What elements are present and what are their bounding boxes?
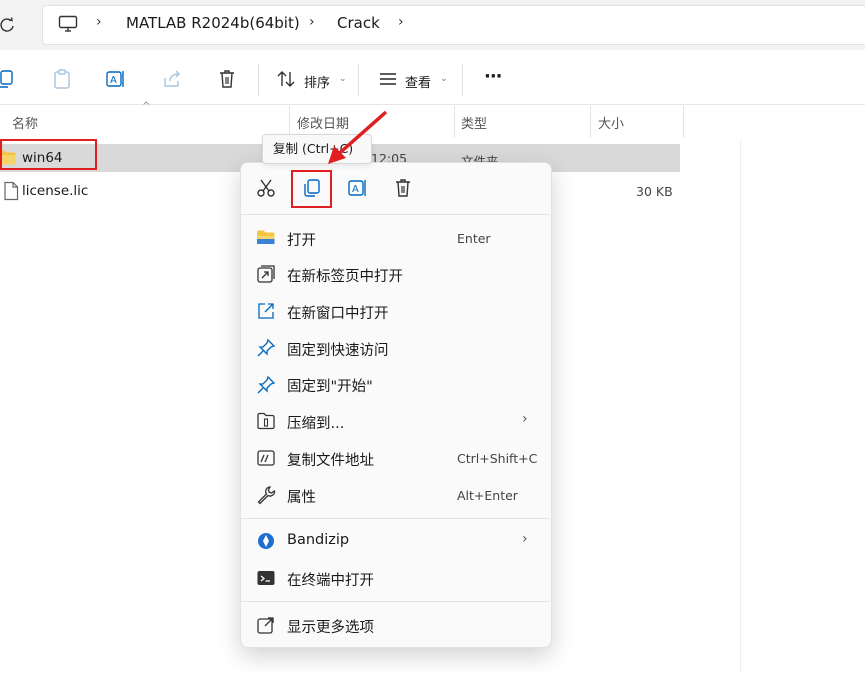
- menu-divider: [241, 214, 549, 215]
- menu-item-copy-path[interactable]: 复制文件地址: [287, 449, 374, 470]
- menu-item-open-new-window[interactable]: 在新窗口中打开: [287, 302, 389, 323]
- sort-icon[interactable]: [275, 68, 297, 90]
- bandizip-icon: [256, 531, 276, 551]
- view-button[interactable]: 查看: [405, 72, 431, 91]
- rename-icon[interactable]: A: [347, 177, 369, 199]
- highlight-box: [0, 139, 97, 170]
- toolbar-divider: [358, 64, 359, 96]
- properties-icon: [256, 485, 276, 505]
- breadcrumb-chevron-icon[interactable]: ›: [96, 14, 102, 30]
- paste-icon[interactable]: [51, 68, 73, 90]
- svg-text:A: A: [110, 75, 117, 86]
- menu-shortcut: Enter: [457, 231, 491, 246]
- column-divider[interactable]: [590, 106, 591, 138]
- chevron-down-icon[interactable]: ⌄: [440, 74, 448, 84]
- copy-icon[interactable]: [301, 177, 323, 199]
- column-header-type[interactable]: 类型: [461, 113, 487, 132]
- sort-caret-icon: ^: [142, 101, 151, 112]
- menu-item-open-new-tab[interactable]: 在新标签页中打开: [287, 265, 403, 286]
- copy-icon[interactable]: [0, 68, 16, 90]
- scrollbar-track[interactable]: [740, 140, 741, 673]
- breadcrumb-matlab[interactable]: MATLAB R2024b(64bit): [126, 14, 300, 32]
- breadcrumb-chevron-icon[interactable]: ›: [309, 14, 315, 30]
- toolbar-divider: [462, 64, 463, 96]
- menu-item-show-more[interactable]: 显示更多选项: [287, 616, 374, 637]
- command-bar: [0, 52, 865, 105]
- copy-path-icon: [256, 448, 276, 468]
- menu-shortcut: Ctrl+Shift+C: [457, 451, 538, 466]
- column-divider[interactable]: [683, 106, 684, 138]
- toolbar-divider: [258, 64, 259, 96]
- menu-item-pin-quick-access[interactable]: 固定到快速访问: [287, 339, 389, 360]
- refresh-icon[interactable]: [0, 15, 18, 35]
- submenu-chevron-icon: ›: [522, 531, 528, 547]
- new-window-icon: [256, 301, 276, 321]
- document-icon: [3, 181, 19, 201]
- delete-icon[interactable]: [216, 68, 238, 90]
- pin-icon: [256, 338, 276, 358]
- menu-item-pin-start[interactable]: 固定到"开始": [287, 375, 373, 396]
- menu-item-properties[interactable]: 属性: [287, 486, 316, 507]
- column-header-name[interactable]: 名称: [12, 113, 38, 132]
- chevron-down-icon[interactable]: ⌄: [339, 74, 347, 84]
- zip-icon: [256, 411, 276, 431]
- menu-shortcut: Alt+Enter: [457, 488, 518, 503]
- file-name[interactable]: license.lic: [22, 183, 88, 199]
- delete-icon[interactable]: [392, 177, 414, 199]
- sort-button[interactable]: 排序: [304, 72, 330, 91]
- pin-icon: [256, 375, 276, 395]
- terminal-icon: [256, 568, 276, 588]
- submenu-chevron-icon: ›: [522, 411, 528, 427]
- menu-item-open-terminal[interactable]: 在终端中打开: [287, 569, 374, 590]
- breadcrumb-crack[interactable]: Crack: [337, 14, 380, 32]
- menu-item-open[interactable]: 打开: [287, 229, 316, 250]
- this-pc-icon[interactable]: [58, 15, 78, 33]
- share-icon[interactable]: [161, 68, 183, 90]
- breadcrumb-chevron-icon[interactable]: ›: [398, 14, 404, 30]
- menu-divider: [241, 518, 549, 519]
- column-divider[interactable]: [454, 106, 455, 138]
- svg-text:A: A: [352, 184, 359, 195]
- view-icon[interactable]: [377, 68, 399, 90]
- cut-icon[interactable]: [255, 177, 277, 199]
- menu-item-compress[interactable]: 压缩到...: [287, 412, 344, 433]
- new-tab-icon: [256, 264, 276, 284]
- red-arrow-annotation: [324, 108, 390, 168]
- rename-icon[interactable]: A: [105, 68, 127, 90]
- open-folder-icon: [256, 228, 276, 248]
- file-size: 30 KB: [636, 184, 673, 199]
- more-options-icon[interactable]: ···: [484, 66, 502, 87]
- menu-item-bandizip[interactable]: Bandizip: [287, 532, 349, 548]
- show-more-icon: [256, 615, 276, 635]
- menu-divider: [241, 601, 549, 602]
- column-header-size[interactable]: 大小: [598, 113, 624, 132]
